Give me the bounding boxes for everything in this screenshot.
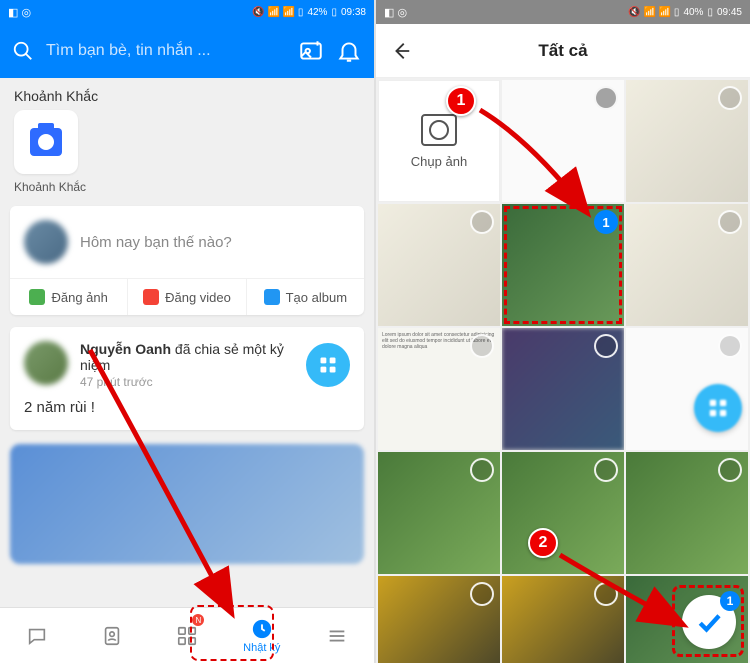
- gallery-item[interactable]: [378, 576, 500, 663]
- moments-label: Khoảnh Khắc: [14, 180, 374, 194]
- gallery-item-selected[interactable]: 1: [502, 204, 624, 326]
- battery-icon: ▯: [331, 7, 337, 18]
- status-bar: ◧ ◎ 🔇 📶 📶 ▯ 42% ▯ 09:38: [0, 0, 374, 24]
- gallery-item[interactable]: [626, 80, 748, 202]
- gallery-grid: Chụp ảnh 1 Lorem ipsum dolor sit amet co…: [376, 78, 750, 663]
- annotation-step-1: 1: [446, 86, 476, 116]
- composer-actions: Đăng ảnh Đăng video Tạo album: [10, 278, 364, 315]
- post-image[interactable]: [10, 444, 364, 564]
- post-avatar[interactable]: [24, 341, 68, 385]
- battery-percent: 40%: [683, 7, 703, 18]
- gallery-header: Tất cả: [376, 24, 750, 78]
- select-circle[interactable]: [594, 334, 618, 358]
- gallery-item[interactable]: [626, 204, 748, 326]
- post-video-button[interactable]: Đăng video: [128, 279, 246, 315]
- composer-card: Hôm nay bạn thế nào? Đăng ảnh Đăng video…: [10, 206, 364, 315]
- confirm-button[interactable]: 1: [682, 595, 736, 649]
- annotation-step-2: 2: [528, 528, 558, 558]
- discover-badge: N: [192, 614, 204, 626]
- select-circle[interactable]: [718, 86, 742, 110]
- search-input[interactable]: Tìm bạn bè, tin nhắn ...: [46, 42, 286, 60]
- signal-icons: 🔇 📶 📶 ▯: [628, 7, 679, 18]
- select-circle[interactable]: [470, 210, 494, 234]
- gallery-item[interactable]: [502, 328, 624, 450]
- select-circle[interactable]: [718, 210, 742, 234]
- status-left-icons: ◧ ◎: [384, 6, 407, 19]
- back-button[interactable]: [390, 40, 412, 62]
- add-photo-icon[interactable]: [298, 38, 324, 64]
- moments-title: Khoảnh Khắc: [0, 78, 374, 110]
- feed-post: Nguyễn Oanh đã chia sẻ một kỷ niệm 47 ph…: [10, 327, 364, 430]
- bottom-nav: N Nhật ký: [0, 607, 374, 663]
- select-circle[interactable]: [718, 458, 742, 482]
- select-circle[interactable]: [594, 582, 618, 606]
- post-video-label: Đăng video: [165, 290, 231, 305]
- select-circle[interactable]: [594, 458, 618, 482]
- gallery-item[interactable]: [378, 204, 500, 326]
- apps-fab[interactable]: [694, 384, 742, 432]
- apps-icon: [176, 625, 198, 647]
- tab-diary-label: Nhật ký: [243, 642, 280, 654]
- apps-fab-icon[interactable]: [306, 343, 350, 387]
- create-album-button[interactable]: Tạo album: [247, 279, 364, 315]
- tab-messages[interactable]: [0, 608, 75, 663]
- select-circle[interactable]: [470, 582, 494, 606]
- select-circle[interactable]: [718, 334, 742, 358]
- post-photo-button[interactable]: Đăng ảnh: [10, 279, 128, 315]
- add-moment-card[interactable]: [14, 110, 78, 174]
- clock: 09:45: [717, 7, 742, 18]
- photo-icon: [29, 289, 45, 305]
- gallery-item[interactable]: [502, 452, 624, 574]
- select-circle[interactable]: [470, 458, 494, 482]
- clock: 09:38: [341, 7, 366, 18]
- capture-photo-button[interactable]: Chụp ảnh: [378, 80, 500, 202]
- composer-prompt[interactable]: Hôm nay bạn thế nào?: [80, 234, 232, 251]
- gallery-item[interactable]: [502, 80, 624, 202]
- contact-icon: [101, 625, 123, 647]
- status-bar: ◧ ◎ 🔇 📶 📶 ▯ 40% ▯ 09:45: [376, 0, 750, 24]
- post-photo-label: Đăng ảnh: [51, 290, 107, 305]
- post-title: Nguyễn Oanh đã chia sẻ một kỷ niệm: [80, 341, 294, 373]
- select-circle[interactable]: [470, 334, 494, 358]
- post-time: 47 phút trước: [80, 375, 294, 389]
- camera-icon: [421, 114, 457, 146]
- menu-icon: [326, 625, 348, 647]
- main-header: Tìm bạn bè, tin nhắn ...: [0, 24, 374, 78]
- search-icon[interactable]: [12, 40, 34, 62]
- camera-icon: [30, 128, 62, 156]
- tab-more[interactable]: [299, 608, 374, 663]
- clock-icon: [251, 618, 273, 640]
- video-icon: [143, 289, 159, 305]
- composer-row[interactable]: Hôm nay bạn thế nào?: [10, 206, 364, 278]
- select-circle-selected[interactable]: 1: [594, 210, 618, 234]
- gallery-item[interactable]: [378, 452, 500, 574]
- battery-percent: 42%: [307, 7, 327, 18]
- post-body: 2 năm rùi !: [24, 399, 350, 416]
- confirm-badge: 1: [720, 591, 740, 611]
- notifications-icon[interactable]: [336, 38, 362, 64]
- tab-diary[interactable]: Nhật ký: [224, 608, 299, 663]
- feed-screen: ◧ ◎ 🔇 📶 📶 ▯ 42% ▯ 09:38 Tìm bạn bè, tin …: [0, 0, 374, 663]
- battery-icon: ▯: [707, 7, 713, 18]
- tab-discover[interactable]: N: [150, 608, 225, 663]
- gallery-title[interactable]: Tất cả: [426, 41, 700, 61]
- tab-contacts[interactable]: [75, 608, 150, 663]
- gallery-item[interactable]: Lorem ipsum dolor sit amet consectetur a…: [378, 328, 500, 450]
- status-right-cluster: 🔇 📶 📶 ▯ 42% ▯ 09:38: [252, 7, 366, 18]
- status-left-icons: ◧ ◎: [8, 6, 31, 19]
- gallery-item[interactable]: [502, 576, 624, 663]
- gallery-screen: ◧ ◎ 🔇 📶 📶 ▯ 40% ▯ 09:45 Tất cả Chụp ảnh …: [376, 0, 750, 663]
- select-circle[interactable]: [594, 86, 618, 110]
- status-right-cluster: 🔇 📶 📶 ▯ 40% ▯ 09:45: [628, 7, 742, 18]
- create-album-label: Tạo album: [286, 290, 347, 305]
- chat-icon: [26, 625, 48, 647]
- avatar: [24, 220, 68, 264]
- capture-label: Chụp ảnh: [411, 154, 467, 169]
- gallery-item[interactable]: [626, 452, 748, 574]
- album-icon: [264, 289, 280, 305]
- signal-icons: 🔇 📶 📶 ▯: [252, 7, 303, 18]
